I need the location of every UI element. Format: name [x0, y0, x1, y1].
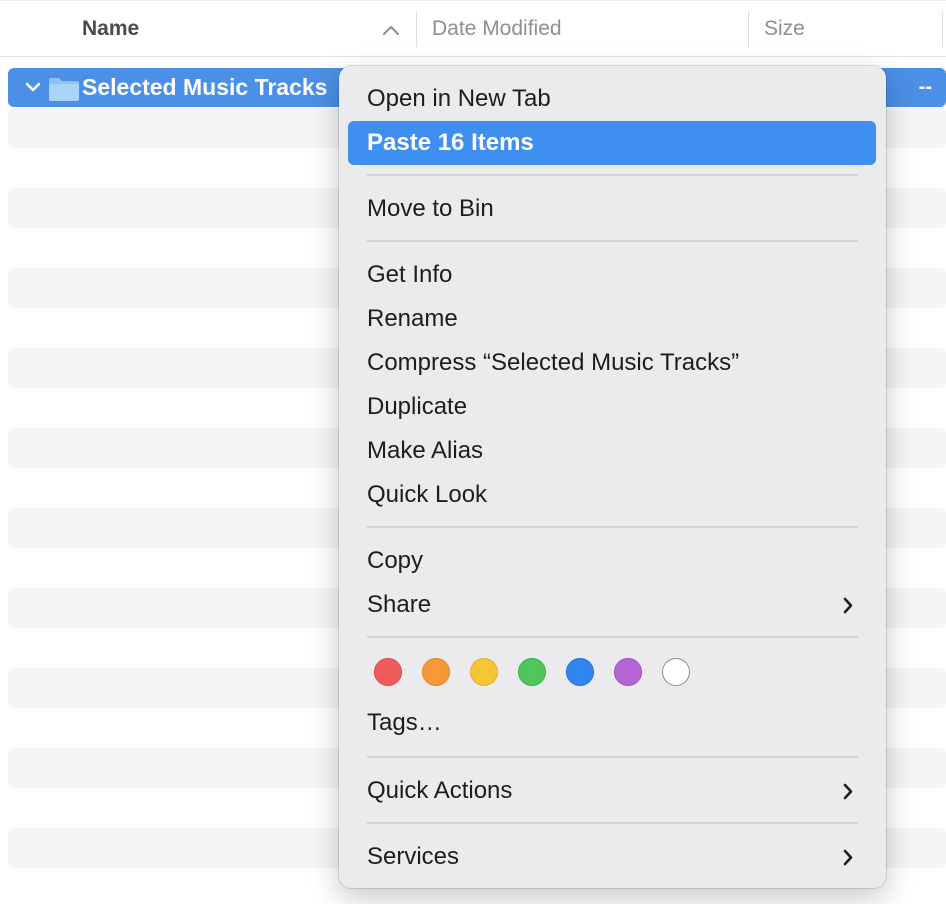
- tag-blue-button[interactable]: [566, 658, 594, 686]
- menu-separator: [367, 636, 858, 638]
- menu-item-quick-look[interactable]: Quick Look: [348, 473, 876, 517]
- chevron-right-icon: [843, 783, 853, 800]
- chevron-down-icon[interactable]: [24, 80, 42, 94]
- folder-size: --: [918, 76, 932, 98]
- menu-item-get-info[interactable]: Get Info: [348, 253, 876, 297]
- column-divider[interactable]: [416, 11, 417, 47]
- menu-item-move-to-bin[interactable]: Move to Bin: [348, 187, 876, 231]
- menu-separator: [367, 822, 858, 824]
- column-divider[interactable]: [942, 11, 943, 47]
- menu-separator: [367, 174, 858, 176]
- column-size[interactable]: Size: [764, 1, 805, 57]
- menu-item-share-label: Share: [367, 591, 432, 618]
- menu-separator: [367, 240, 858, 242]
- menu-item-services-label: Services: [367, 843, 460, 870]
- menu-item-make-alias[interactable]: Make Alias: [348, 429, 876, 473]
- tag-green-button[interactable]: [518, 658, 546, 686]
- tag-purple-button[interactable]: [614, 658, 642, 686]
- menu-item-share[interactable]: Share: [348, 583, 876, 627]
- chevron-right-icon: [843, 849, 853, 866]
- menu-item-duplicate[interactable]: Duplicate: [348, 385, 876, 429]
- sort-ascending-icon[interactable]: [380, 19, 402, 41]
- menu-item-paste[interactable]: Paste 16 Items: [348, 121, 876, 165]
- menu-item-open-new-tab[interactable]: Open in New Tab: [348, 77, 876, 121]
- tag-red-button[interactable]: [374, 658, 402, 686]
- column-name[interactable]: Name: [82, 1, 139, 57]
- menu-separator: [367, 526, 858, 528]
- menu-item-copy[interactable]: Copy: [348, 539, 876, 583]
- menu-item-tags[interactable]: Tags…: [348, 701, 876, 745]
- menu-item-services[interactable]: Services: [348, 835, 876, 879]
- column-header: Name Date Modified Size: [0, 0, 946, 57]
- folder-icon: [49, 78, 79, 101]
- menu-item-quick-actions[interactable]: Quick Actions: [348, 769, 876, 813]
- tag-orange-button[interactable]: [422, 658, 450, 686]
- folder-name: Selected Music Tracks: [82, 74, 328, 100]
- tag-none-button[interactable]: [662, 658, 690, 686]
- menu-item-quick-actions-label: Quick Actions: [367, 777, 513, 804]
- column-divider[interactable]: [748, 11, 749, 47]
- tag-yellow-button[interactable]: [470, 658, 498, 686]
- menu-item-compress[interactable]: Compress “Selected Music Tracks”: [348, 341, 876, 385]
- menu-item-rename[interactable]: Rename: [348, 297, 876, 341]
- column-date-modified[interactable]: Date Modified: [432, 1, 562, 57]
- chevron-right-icon: [843, 597, 853, 614]
- menu-separator: [367, 756, 858, 758]
- context-menu: Open in New Tab Paste 16 Items Move to B…: [339, 66, 886, 888]
